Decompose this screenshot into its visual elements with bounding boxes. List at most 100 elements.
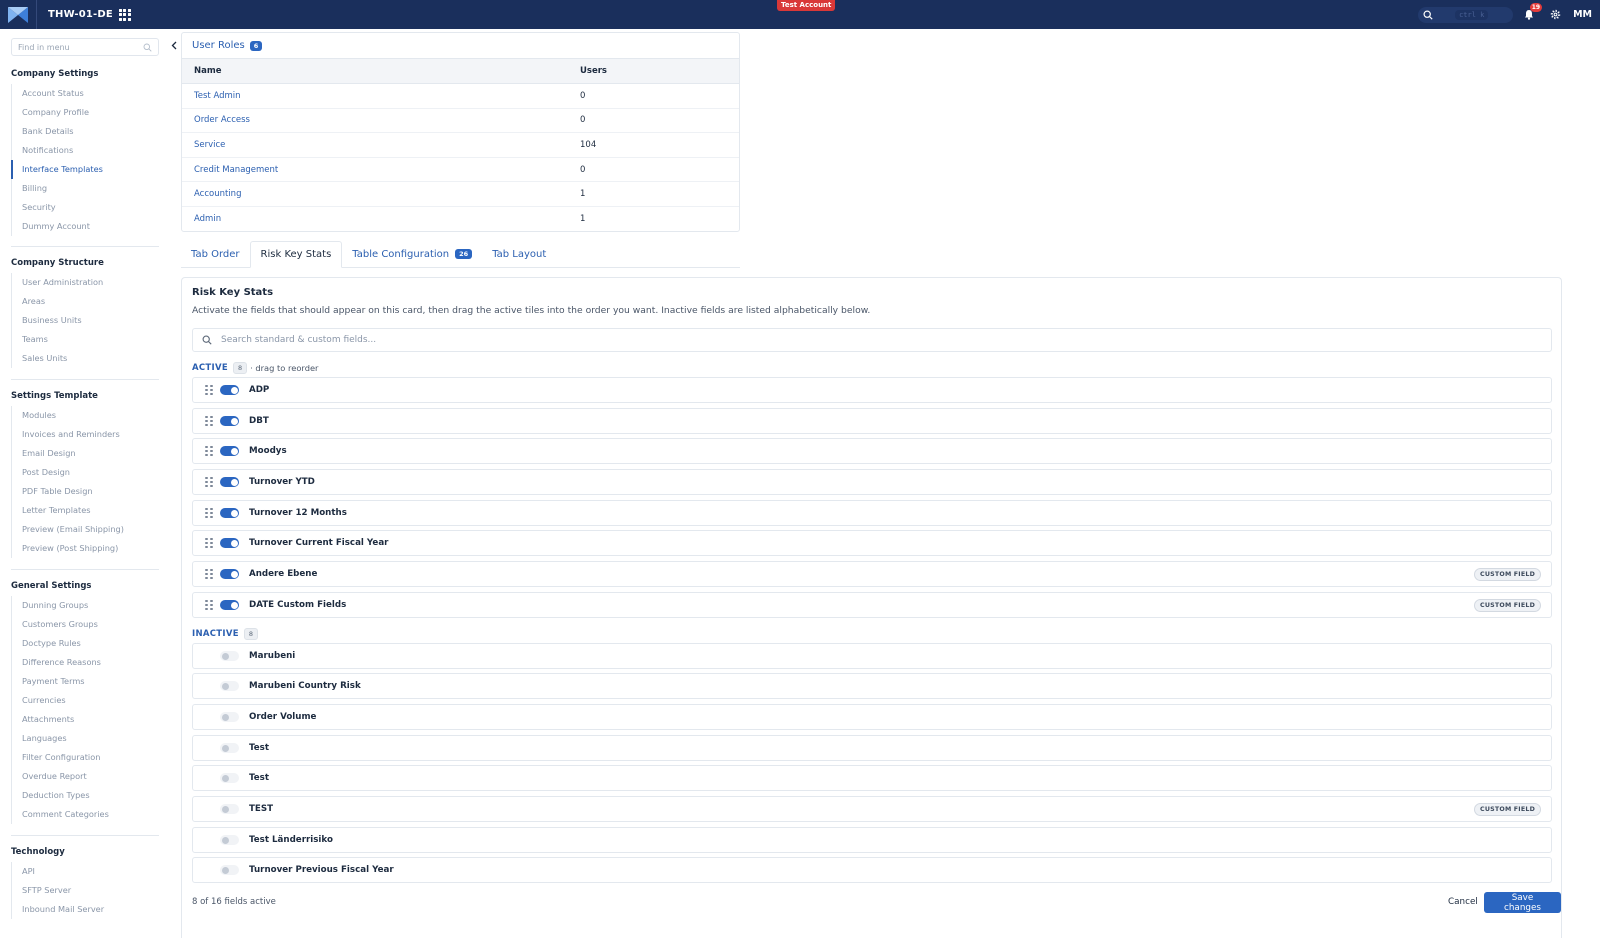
column-header-name[interactable]: Name [182,58,568,84]
active-field-row[interactable]: Moodys [192,438,1552,464]
sidebar-item-filter-configuration[interactable]: Filter Configuration [11,748,159,767]
inactive-field-row[interactable]: Order Volume [192,704,1552,730]
sidebar-item-doctype-rules[interactable]: Doctype Rules [11,634,159,653]
sidebar-item-difference-reasons[interactable]: Difference Reasons [11,653,159,672]
field-toggle[interactable] [220,773,239,783]
active-field-row[interactable]: Turnover YTD [192,469,1552,495]
notifications-button[interactable]: 19 [1521,2,1543,23]
drag-handle-icon[interactable] [205,476,213,488]
drag-handle-icon[interactable] [205,507,213,519]
sidebar-item-payment-terms[interactable]: Payment Terms [11,672,159,691]
drag-handle-icon[interactable] [205,384,213,396]
sidebar-item-invoices-and-reminders[interactable]: Invoices and Reminders [11,425,159,444]
sidebar-item-notifications[interactable]: Notifications [11,141,159,160]
sidebar-item-currencies[interactable]: Currencies [11,691,159,710]
sidebar-item-overdue-report[interactable]: Overdue Report [11,767,159,786]
sidebar-item-modules[interactable]: Modules [11,406,159,425]
inactive-field-row[interactable]: TEST CUSTOM FIELD [192,796,1552,822]
sidebar-item-account-status[interactable]: Account Status [11,84,159,103]
cancel-button[interactable]: Cancel [1444,892,1482,912]
sidebar-item-company-profile[interactable]: Company Profile [11,103,159,122]
sidebar-item-inbound-mail-server[interactable]: Inbound Mail Server [11,900,159,919]
field-toggle[interactable] [220,446,239,456]
sidebar-item-bank-details[interactable]: Bank Details [11,122,159,141]
field-toggle[interactable] [220,508,239,518]
sidebar-item-attachments[interactable]: Attachments [11,710,159,729]
sidebar-item-teams[interactable]: Teams [11,330,159,349]
sidebar-item-billing[interactable]: Billing [11,179,159,198]
apps-grid-icon[interactable] [118,8,131,21]
sidebar-item-interface-templates[interactable]: Interface Templates [11,160,159,179]
drag-handle-icon[interactable] [205,599,213,611]
sidebar-item-sales-units[interactable]: Sales Units [11,349,159,368]
drag-handle-icon[interactable] [205,568,213,580]
sidebar-item-pdf-table-design[interactable]: PDF Table Design [11,482,159,501]
field-toggle[interactable] [220,569,239,579]
drag-handle-icon[interactable] [205,537,213,549]
sidebar-item-letter-templates[interactable]: Letter Templates [11,501,159,520]
sidebar-item-dunning-groups[interactable]: Dunning Groups [11,596,159,615]
column-header-users[interactable]: Users [568,58,739,84]
active-field-row[interactable]: ADP [192,377,1552,403]
active-field-row[interactable]: Turnover Current Fiscal Year [192,530,1552,556]
settings-button[interactable] [1547,7,1563,23]
field-toggle[interactable] [220,865,239,875]
collapse-sidebar-button[interactable] [169,39,179,51]
drag-handle-icon[interactable] [205,415,213,427]
tab-risk-key-stats[interactable]: Risk Key Stats [249,241,343,268]
sidebar-item-preview-post-shipping[interactable]: Preview (Post Shipping) [11,539,159,558]
sidebar-item-api[interactable]: API [11,862,159,881]
sidebar-item-post-design[interactable]: Post Design [11,463,159,482]
sidebar-item-areas[interactable]: Areas [11,292,159,311]
active-field-row[interactable]: DATE Custom Fields CUSTOM FIELD [192,592,1552,618]
active-field-row[interactable]: Andere Ebene CUSTOM FIELD [192,561,1552,587]
sidebar-item-languages[interactable]: Languages [11,729,159,748]
drag-handle-icon[interactable] [205,445,213,457]
inactive-field-row[interactable]: Test Länderrisiko [192,827,1552,853]
inactive-field-row[interactable]: Test [192,735,1552,761]
global-search[interactable]: ctrl k [1418,6,1514,23]
role-name-link[interactable]: Order Access [182,108,568,134]
save-changes-button[interactable]: Save changes [1484,892,1561,913]
field-toggle[interactable] [220,712,239,722]
inactive-field-row[interactable]: Test [192,765,1552,791]
sidebar-item-preview-email-shipping[interactable]: Preview (Email Shipping) [11,520,159,539]
field-toggle[interactable] [220,538,239,548]
user-avatar[interactable]: MM [1573,9,1592,20]
field-toggle[interactable] [220,600,239,610]
sidebar-item-user-administration[interactable]: User Administration [11,273,159,292]
field-toggle[interactable] [220,416,239,426]
sidebar-item-business-units[interactable]: Business Units [11,311,159,330]
sidebar-item-email-design[interactable]: Email Design [11,444,159,463]
inactive-field-row[interactable]: Marubeni [192,643,1552,669]
role-name-link[interactable]: Credit Management [182,157,568,183]
role-name-link[interactable]: Service [182,132,568,158]
field-toggle[interactable] [220,804,239,814]
menu-search-input[interactable]: Find in menu [11,38,159,56]
field-toggle[interactable] [220,385,239,395]
role-name-link[interactable]: Admin [182,206,568,231]
tab-tab-order[interactable]: Tab Order [181,241,250,267]
inactive-field-row[interactable]: Turnover Previous Fiscal Year [192,857,1552,883]
inactive-field-row[interactable]: Marubeni Country Risk [192,673,1552,699]
account-name[interactable]: THW-01-DE [48,9,113,20]
active-field-row[interactable]: Turnover 12 Months [192,500,1552,526]
sidebar-item-dummy-account[interactable]: Dummy Account [11,217,159,236]
field-toggle[interactable] [220,743,239,753]
active-field-row[interactable]: DBT [192,408,1552,434]
sidebar-item-sftp-server[interactable]: SFTP Server [11,881,159,900]
field-toggle[interactable] [220,651,239,661]
field-toggle[interactable] [220,835,239,845]
field-toggle[interactable] [220,681,239,691]
tab-tab-layout[interactable]: Tab Layout [482,241,556,267]
field-search-input[interactable]: Search standard & custom fields... [192,328,1552,352]
sidebar-item-deduction-types[interactable]: Deduction Types [11,786,159,805]
tab-table-configuration[interactable]: Table Configuration 26 [342,241,482,267]
sidebar-item-security[interactable]: Security [11,198,159,217]
field-toggle[interactable] [220,477,239,487]
company-logo[interactable] [0,0,36,29]
sidebar-item-comment-categories[interactable]: Comment Categories [11,805,159,824]
role-name-link[interactable]: Accounting [182,181,568,207]
sidebar-item-customers-groups[interactable]: Customers Groups [11,615,159,634]
role-name-link[interactable]: Test Admin [182,83,568,109]
